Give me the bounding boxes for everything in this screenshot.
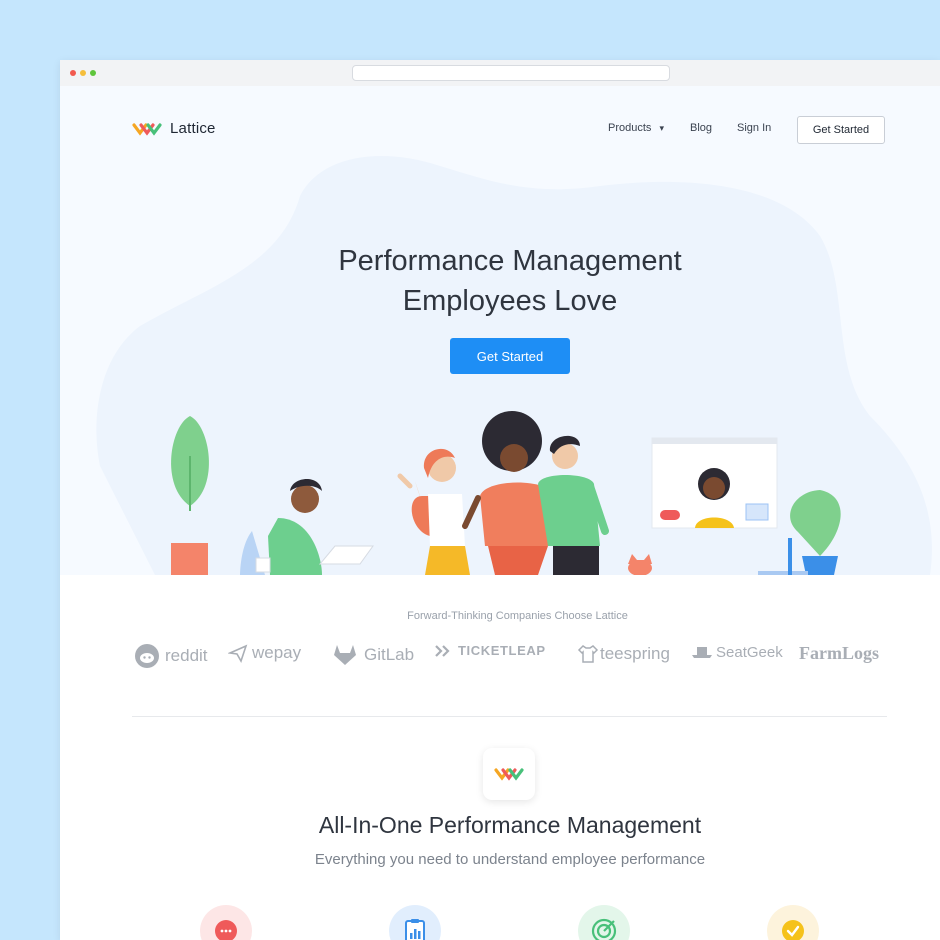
section-divider xyxy=(132,716,887,717)
ticketleap-arrows-icon xyxy=(435,644,450,657)
gitlab-logo: GitLab xyxy=(332,643,414,667)
seatgeek-hat-icon xyxy=(692,647,712,658)
checkmark-icon xyxy=(782,920,804,940)
video-call-window xyxy=(651,437,778,529)
reddit-logo: reddit xyxy=(134,643,208,669)
feedback-feature-icon[interactable] xyxy=(200,905,252,940)
teespring-logo: teespring xyxy=(577,643,670,665)
person-with-laptop xyxy=(240,478,374,575)
feature-subtitle: Everything you need to understand employ… xyxy=(314,851,706,868)
reddit-wordmark: reddit xyxy=(165,646,208,665)
ticketleap-wordmark: TICKETLEAP xyxy=(458,643,546,658)
farmlogs-logo: FarmLogs xyxy=(799,643,879,664)
seatgeek-wordmark: SeatGeek xyxy=(716,643,783,661)
gitlab-fox-icon xyxy=(334,645,356,665)
close-dot-icon[interactable] xyxy=(70,70,76,76)
reddit-icon xyxy=(135,644,159,668)
clipboard-chart-icon xyxy=(405,919,425,940)
farmlogs-wordmark: FarmLogs xyxy=(799,643,879,663)
seatgeek-logo: SeatGeek xyxy=(690,643,783,661)
companies-heading: Forward-Thinking Companies Choose Lattic… xyxy=(407,610,628,622)
address-bar[interactable] xyxy=(352,65,670,81)
ticketleap-logo: TICKETLEAP xyxy=(434,643,546,658)
left-plant-icon xyxy=(171,416,209,575)
browser-window: Lattice Products ▾ Blog Sign In Get Star… xyxy=(60,60,940,940)
paper-plane-icon xyxy=(228,644,248,663)
feature-logo-card xyxy=(483,748,535,800)
lattice-logo-icon xyxy=(494,768,524,781)
gitlab-wordmark: GitLab xyxy=(364,645,415,664)
teespring-wordmark: teespring xyxy=(600,644,670,663)
minimize-dot-icon[interactable] xyxy=(80,70,86,76)
cat-icon xyxy=(628,554,652,575)
tshirt-icon xyxy=(577,645,599,663)
man-right xyxy=(538,435,609,575)
maximize-dot-icon[interactable] xyxy=(90,70,96,76)
team-illustration xyxy=(171,411,841,575)
woman-raised-arm xyxy=(397,448,470,575)
hero-section: Lattice Products ▾ Blog Sign In Get Star… xyxy=(60,86,940,575)
wepay-wordmark: wepay xyxy=(252,643,302,662)
wepay-logo: wepay xyxy=(228,643,301,663)
updates-feature-icon[interactable] xyxy=(767,905,819,940)
chat-bubble-icon xyxy=(215,920,237,940)
company-logos: reddit wepay GitLab TICKETLEAP teespring xyxy=(132,643,892,673)
reviews-feature-icon[interactable] xyxy=(389,905,441,940)
goals-feature-icon[interactable] xyxy=(578,905,630,940)
feature-title: All-In-One Performance Management xyxy=(318,812,702,838)
browser-chrome xyxy=(60,60,940,87)
target-icon xyxy=(591,918,617,940)
